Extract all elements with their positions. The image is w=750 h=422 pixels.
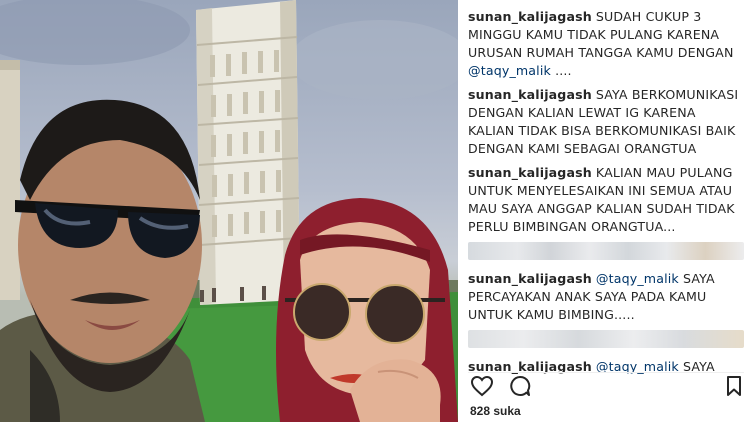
comment-mention[interactable]: @taqy_malik — [468, 63, 551, 78]
comment-list: sunan_kalijagash SUDAH CUKUP 3 MINGGU KAM… — [468, 8, 744, 382]
comment-text-tail: .... — [550, 63, 572, 78]
likes-count[interactable]: 828 suka — [470, 404, 521, 418]
comment-username[interactable]: sunan_kalijagash — [468, 87, 592, 102]
comment-item: sunan_kalijagash KALIAN MAU PULANG UNTUK … — [468, 164, 744, 236]
comment-username[interactable]: sunan_kalijagash — [468, 9, 592, 24]
post-photo[interactable] — [0, 0, 458, 422]
blurred-comment — [468, 330, 744, 348]
comment-mention[interactable]: @taqy_malik — [596, 271, 679, 286]
selfie-image — [0, 0, 458, 422]
man-figure — [0, 99, 205, 422]
comments-panel: sunan_kalijagash SUDAH CUKUP 3 MINGGU KAM… — [458, 0, 750, 422]
comment-item: sunan_kalijagash @taqy_malik SAYA PERCAYA… — [468, 270, 744, 324]
comment-bubble-icon[interactable] — [508, 375, 532, 397]
woman-figure — [276, 198, 458, 422]
comment-item: sunan_kalijagash SAYA BERKOMUNIKASI DENGA… — [468, 86, 744, 158]
action-bar — [468, 372, 746, 397]
instagram-post: sunan_kalijagash SUDAH CUKUP 3 MINGGU KAM… — [0, 0, 750, 422]
heart-icon[interactable] — [470, 375, 494, 397]
bookmark-icon[interactable] — [722, 375, 746, 397]
comment-item: sunan_kalijagash SUDAH CUKUP 3 MINGGU KAM… — [468, 8, 744, 80]
comment-username[interactable]: sunan_kalijagash — [468, 271, 592, 286]
blurred-comment — [468, 242, 744, 260]
comment-username[interactable]: sunan_kalijagash — [468, 165, 592, 180]
